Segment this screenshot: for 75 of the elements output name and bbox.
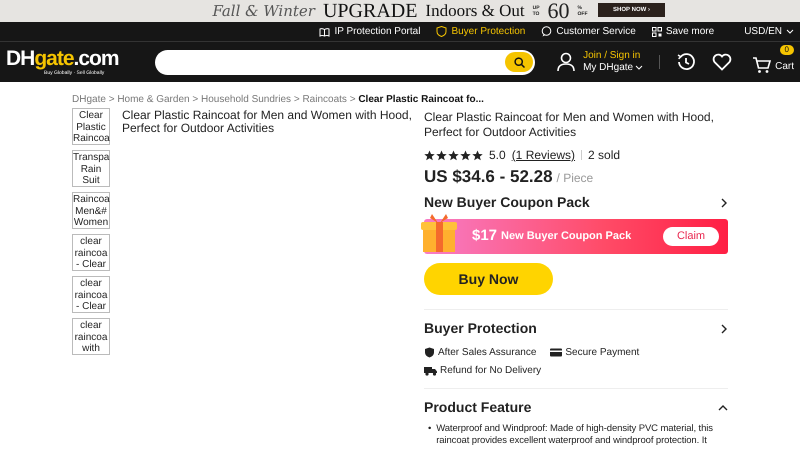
product-title: Clear Plastic Raincoat for Men and Women with Hood, Perfect for Outdoor Activities xyxy=(424,110,715,140)
heart-icon xyxy=(712,53,732,71)
section-heading: New Buyer Coupon Pack xyxy=(424,193,590,212)
buy-now-button[interactable]: Buy Now xyxy=(424,263,553,295)
breadcrumb-separator: > xyxy=(108,94,115,105)
caret-icon xyxy=(786,28,794,34)
top-link[interactable]: Save more xyxy=(652,24,714,39)
truck-icon xyxy=(424,366,437,376)
star-icon xyxy=(472,150,483,160)
search-button[interactable] xyxy=(505,52,533,72)
promo-script-text: Fall & Winter xyxy=(212,0,315,22)
thumbnail[interactable]: clear raincoa with xyxy=(72,318,110,355)
star-icon xyxy=(460,150,471,160)
thumbnail[interactable]: Clear Plastic Raincoa xyxy=(72,108,110,145)
protection-item: Refund for No Delivery xyxy=(440,364,542,378)
promo-percent: 60 xyxy=(548,0,570,22)
protection-item: Secure Payment xyxy=(565,346,640,360)
breadcrumb-separator: > xyxy=(294,94,300,105)
image-alt-text: Clear Plastic Raincoat for Men and Women with Hood, Perfect for Outdoor Activities xyxy=(122,108,412,137)
breadcrumb-link[interactable]: Raincoats xyxy=(302,94,347,105)
user-icon xyxy=(557,52,576,72)
breadcrumb-link[interactable]: Home & Garden xyxy=(117,94,190,105)
thumbnail[interactable]: clear raincoa - Clear xyxy=(72,234,110,271)
rating-value: 5.0 xyxy=(489,147,506,164)
top-link[interactable]: Customer Service xyxy=(541,24,636,39)
breadcrumb-separator: > xyxy=(192,94,198,105)
breadcrumb-link[interactable]: Clear Plastic Raincoat fo... xyxy=(358,94,484,105)
breadcrumb-separator: > xyxy=(350,94,356,105)
star-icon xyxy=(424,150,435,160)
protection-item: After Sales Assurance xyxy=(438,346,536,360)
currency-selector[interactable]: USD/EN xyxy=(744,24,794,39)
star-icon xyxy=(448,150,459,160)
book-icon xyxy=(319,26,330,36)
reviews-link[interactable]: (1 Reviews) xyxy=(512,146,576,164)
breadcrumb-link[interactable]: DHgate xyxy=(72,94,106,105)
feature-bullet: Waterproof and Windproof: Made of high-density PVC material, this raincoat provides excellent waterproof and windproof protection. It xyxy=(436,423,714,447)
history-button[interactable] xyxy=(676,52,696,72)
logo[interactable]: DHgate.com xyxy=(6,48,119,69)
search-icon xyxy=(514,56,524,68)
chat-icon xyxy=(541,26,552,37)
breadcrumb-link[interactable]: Household Sundries xyxy=(200,94,292,105)
shield-icon xyxy=(424,347,435,358)
my-account-menu[interactable]: My DHgate xyxy=(583,62,644,74)
star-icon xyxy=(436,150,447,160)
gift-icon xyxy=(418,212,460,254)
sign-in-link[interactable]: Join / Sign in xyxy=(583,50,644,62)
section-heading: Product Feature xyxy=(424,398,532,417)
credit-card-icon xyxy=(550,348,562,357)
coupon-label: New Buyer Coupon Pack xyxy=(501,229,632,244)
caret-icon xyxy=(635,65,644,71)
qr-code-icon xyxy=(652,26,662,36)
chevron-right-icon xyxy=(720,198,728,208)
top-link[interactable]: Buyer Protection xyxy=(436,24,526,39)
sold-count: 2 sold xyxy=(588,147,620,164)
claim-button[interactable]: Claim xyxy=(663,227,719,246)
chevron-right-icon xyxy=(720,324,728,334)
price-unit: / Piece xyxy=(556,171,594,185)
thumbnail[interactable]: Transpa Rain Suit xyxy=(72,150,110,187)
promo-headline: UPGRADE xyxy=(322,1,418,21)
search-field[interactable] xyxy=(155,50,535,74)
bullet-marker: • xyxy=(428,423,432,436)
price: US $34.6 - 52.28 xyxy=(424,167,553,186)
coupon-amount: $17 xyxy=(472,226,498,246)
cart-button[interactable]: Cart xyxy=(752,56,794,74)
promo-subline: Indoors & Out xyxy=(425,0,525,22)
wishlist-button[interactable] xyxy=(712,53,732,71)
cart-icon xyxy=(752,56,772,74)
top-link[interactable]: IP Protection Portal xyxy=(319,24,420,39)
chevron-up-icon[interactable] xyxy=(718,404,728,411)
thumbnail[interactable]: Raincoa Men&# Women xyxy=(72,192,110,229)
section-heading: Buyer Protection xyxy=(424,319,537,338)
thumbnail[interactable]: clear raincoa - Clear xyxy=(72,276,110,313)
cart-count-badge: 0 xyxy=(780,45,794,55)
clock-icon xyxy=(676,52,696,72)
shield-icon xyxy=(436,26,448,37)
